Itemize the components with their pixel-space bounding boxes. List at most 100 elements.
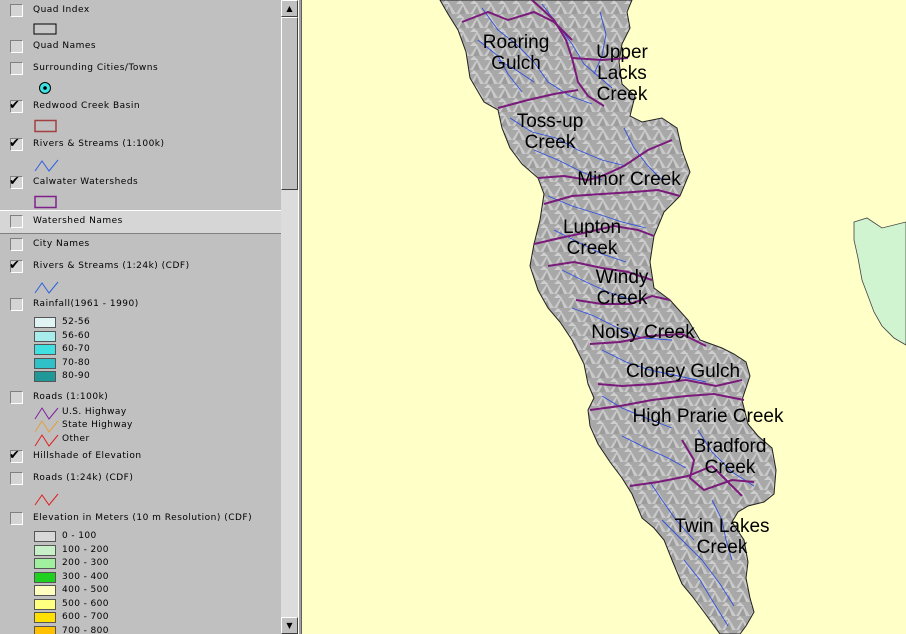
- layer-elevation[interactable]: Elevation in Meters (10 m Resolution) (C…: [0, 508, 281, 634]
- legend-class-row: 600 - 700: [0, 611, 281, 625]
- legend-class-row: 60-70: [0, 343, 281, 357]
- layer-checkbox[interactable]: [10, 4, 23, 17]
- legend-swatch: [34, 598, 56, 610]
- rainfall-classes: 52-56 56-60 60-70 70-80 80-90: [0, 316, 281, 384]
- watershed-name-line: Bradford: [694, 436, 767, 457]
- layer-checkbox[interactable]: ✔: [9, 99, 23, 113]
- legend-swatch: [34, 585, 56, 596]
- layer-checkbox[interactable]: [10, 215, 23, 228]
- layer-checkbox[interactable]: ✔: [9, 175, 23, 189]
- layer-checkbox[interactable]: [10, 298, 23, 311]
- layer-surrounding-cities[interactable]: Surrounding Cities/Towns: [0, 58, 281, 96]
- red-line-icon: [34, 493, 59, 506]
- layer-quad-index[interactable]: Quad Index: [0, 0, 281, 36]
- watershed-name-label: High Prarie Creek: [633, 406, 784, 427]
- watershed-name-label: Noisy Creek: [591, 322, 695, 343]
- layer-hillshade[interactable]: ✔ Hillshade of Elevation: [0, 446, 281, 468]
- watershed-name-line: Creek: [597, 288, 648, 309]
- legend-class-label: 56-60: [62, 330, 91, 341]
- legend-swatch: [34, 317, 56, 328]
- watershed-name-line: Windy: [596, 267, 649, 288]
- legend-class-row: 100 - 200: [0, 544, 281, 558]
- legend-class-label: 200 - 300: [62, 558, 109, 568]
- scrollbar-thumb[interactable]: [281, 17, 298, 190]
- layer-checkbox[interactable]: [10, 40, 23, 53]
- layer-label: Roads (1:100k): [33, 391, 109, 402]
- layer-label: Quad Names: [33, 41, 97, 51]
- layer-label: Rivers & Streams (1:24k) (CDF): [33, 261, 190, 271]
- layer-checkbox[interactable]: [10, 472, 23, 485]
- layer-label: Rainfall(1961 - 1990): [33, 299, 139, 309]
- gray-box-symbol-icon: [33, 23, 57, 35]
- map-view[interactable]: Roaring Gulch Upper Lacks Creek Toss-up Creek M…: [302, 0, 906, 634]
- layer-checkbox[interactable]: ✔: [9, 259, 23, 273]
- legend-class-row: 80-90: [0, 370, 281, 384]
- layer-rainfall[interactable]: Rainfall(1961 - 1990) 52-56 56-60 60-70 70-…: [0, 294, 281, 384]
- layer-rivers-100k[interactable]: ✔ Rivers & Streams (1:100k): [0, 134, 281, 172]
- watershed-name-label: Roaring Gulch: [483, 32, 550, 74]
- road-class-label: Other: [62, 433, 90, 444]
- layer-checkbox[interactable]: ✔: [9, 449, 23, 463]
- layer-label: Hillshade of Elevation: [33, 451, 142, 461]
- watershed-name-line: Cloney Gulch: [626, 361, 740, 382]
- brown-outline-box-icon: [34, 119, 57, 133]
- layer-quad-names[interactable]: Quad Names: [0, 36, 281, 58]
- watershed-name-line: Minor Creek: [577, 169, 681, 190]
- legend-swatch: [34, 531, 56, 542]
- layer-label: Watershed Names: [33, 216, 123, 226]
- city-point-icon: [39, 82, 51, 94]
- layer-checkbox[interactable]: [10, 390, 23, 404]
- legend-class-row: 300 - 400: [0, 571, 281, 585]
- legend-class-row: 500 - 600: [0, 598, 281, 612]
- layer-label: Rivers & Streams (1:100k): [33, 139, 165, 149]
- legend-class-label: 300 - 400: [62, 571, 109, 582]
- layer-label: City Names: [33, 239, 90, 249]
- watershed-name-line: Creek: [697, 537, 748, 558]
- legend-swatch: [34, 344, 56, 355]
- layer-checkbox[interactable]: [10, 512, 23, 525]
- layer-checkbox[interactable]: ✔: [9, 137, 23, 151]
- watershed-name-line: Roaring: [483, 32, 550, 53]
- legend-swatch: [34, 330, 56, 342]
- watershed-name-line: Twin Lakes: [674, 516, 769, 537]
- layer-label: Quad Index: [33, 5, 90, 15]
- watershed-name-line: Lacks: [597, 63, 647, 84]
- watershed-name-label: Windy Creek: [596, 267, 649, 309]
- legend-class-label: 60-70: [62, 344, 91, 354]
- map-canvas[interactable]: Roaring GulchUpper Lacks CreekToss-up CreekM…: [302, 0, 906, 634]
- layer-checkbox[interactable]: [10, 62, 23, 75]
- legend-swatch: [34, 558, 56, 569]
- road-class-row: U.S. Highway: [0, 406, 281, 420]
- legend-class-label: 600 - 700: [62, 612, 109, 622]
- layer-rivers-24k[interactable]: ✔ Rivers & Streams (1:24k) (CDF): [0, 256, 281, 294]
- layer-label: Elevation in Meters (10 m Resolution) (C…: [33, 513, 253, 523]
- layer-roads-24k[interactable]: Roads (1:24k) (CDF): [0, 468, 281, 506]
- down-arrow-icon[interactable]: ▼: [281, 617, 298, 634]
- legend-class-row: 0 - 100: [0, 530, 281, 544]
- legend-scrollbar[interactable]: ▲ ▼: [281, 0, 298, 634]
- road-line-icon: [34, 420, 59, 433]
- legend-class-label: 70-80: [62, 357, 91, 368]
- road-classes: U.S. Highway State Highway Other: [0, 406, 281, 447]
- legend-class-label: 52-56: [62, 317, 91, 327]
- watershed-name-label: Toss-up Creek: [517, 111, 584, 153]
- legend-swatch: [34, 544, 56, 556]
- table-of-contents: Quad Index Quad Names Surrounding Cities…: [0, 0, 298, 634]
- layer-roads-100k[interactable]: Roads (1:100k) U.S. Highway State Highway…: [0, 390, 281, 447]
- layer-checkbox[interactable]: [10, 238, 23, 251]
- legend-class-row: 200 - 300: [0, 557, 281, 571]
- layer-watershed-names[interactable]: Watershed Names: [0, 210, 281, 234]
- watershed-name-line: Creek: [705, 457, 756, 478]
- watershed-name-label: Cloney Gulch: [626, 361, 740, 382]
- watershed-name-line: Noisy Creek: [591, 322, 695, 343]
- legend-class-label: 500 - 600: [62, 598, 109, 609]
- watershed-name-line: High Prarie Creek: [633, 406, 784, 427]
- layer-label: Surrounding Cities/Towns: [33, 63, 159, 73]
- up-arrow-icon[interactable]: ▲: [281, 0, 298, 17]
- legend-class-row: 700 - 800: [0, 625, 281, 634]
- layer-calwater-watersheds[interactable]: ✔ Calwater Watersheds: [0, 172, 281, 210]
- layer-redwood-creek-basin[interactable]: ✔ Redwood Creek Basin: [0, 96, 281, 134]
- watershed-name-line: Creek: [525, 132, 576, 153]
- layer-city-names[interactable]: City Names: [0, 234, 281, 256]
- watershed-name-line: Toss-up: [517, 111, 584, 132]
